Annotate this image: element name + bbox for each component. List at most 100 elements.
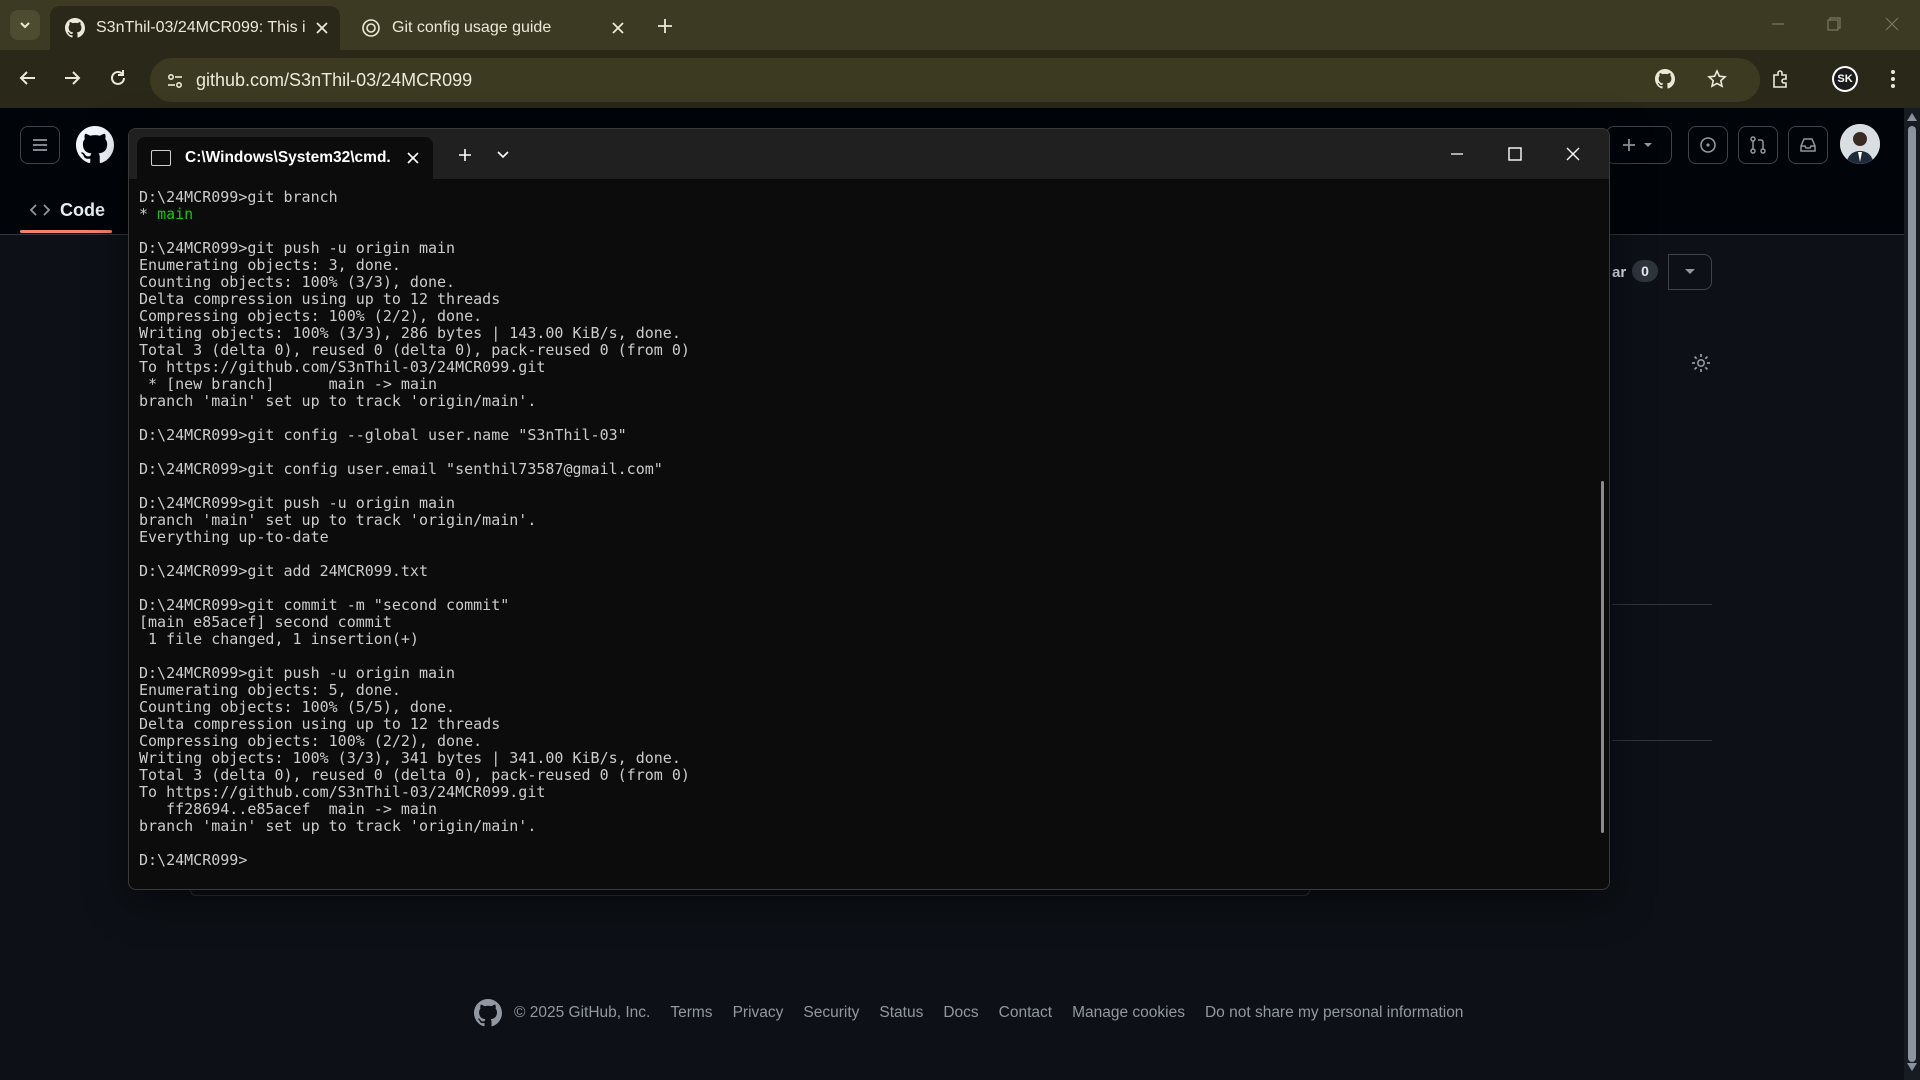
close-icon — [1885, 17, 1899, 31]
inbox-button[interactable] — [1788, 126, 1828, 164]
terminal-maximize-button[interactable] — [1487, 129, 1543, 179]
terminal-line: D:\24MCR099>git config user.email "senth… — [139, 460, 663, 478]
terminal-scrollbar-thumb[interactable] — [1601, 481, 1604, 833]
new-tab-button[interactable] — [652, 13, 678, 39]
new-terminal-tab-button[interactable] — [453, 143, 477, 167]
close-window-button[interactable] — [1872, 8, 1912, 40]
star-label: ar — [1612, 263, 1627, 281]
hamburger-menu-button[interactable] — [20, 126, 60, 164]
scroll-down-arrow-icon[interactable] — [1906, 1062, 1918, 1072]
site-info-icon[interactable] — [160, 66, 190, 96]
terminal-line: D:\24MCR099>git push -u origin main — [139, 494, 456, 512]
close-tab-icon[interactable] — [608, 18, 628, 38]
active-tab-indicator — [20, 230, 112, 233]
terminal-line: Enumerating objects: 3, done. — [139, 256, 401, 274]
close-tab-icon[interactable] — [312, 18, 332, 38]
issues-button[interactable] — [1688, 126, 1728, 164]
page-scroll-thumb[interactable] — [1908, 126, 1916, 1062]
star-dropdown-button[interactable] — [1668, 254, 1712, 290]
terminal-line: D:\24MCR099> — [139, 851, 248, 869]
terminal-line: D:\24MCR099>git add 24MCR099.txt — [139, 562, 428, 580]
tab-title: S3nThil-03/24MCR099: This is my — [96, 19, 306, 36]
extensions-puzzle-icon[interactable] — [1764, 62, 1798, 96]
footer-link-privacy[interactable]: Privacy — [733, 1004, 784, 1022]
repo-settings-gear-icon[interactable] — [1690, 352, 1712, 374]
plus-icon — [459, 149, 471, 161]
chevron-down-icon — [497, 151, 509, 159]
terminal-line: 1 file changed, 1 insertion(+) — [139, 630, 419, 648]
minimize-window-button[interactable] — [1758, 8, 1798, 40]
maximize-icon — [1508, 147, 1522, 161]
terminal-line: Writing objects: 100% (3/3), 341 bytes |… — [139, 749, 681, 767]
issue-icon — [1700, 137, 1716, 153]
terminal-output[interactable]: D:\24MCR099>git branch * main D:\24MCR099>… — [139, 189, 1579, 869]
sidebar-divider — [1612, 740, 1712, 741]
minimize-icon — [1772, 23, 1784, 25]
openai-icon — [360, 17, 382, 39]
close-icon — [1566, 147, 1580, 161]
terminal-dropdown-button[interactable] — [491, 143, 515, 167]
terminal-minimize-button[interactable] — [1429, 129, 1485, 179]
terminal-close-button[interactable] — [1545, 129, 1601, 179]
restore-window-button[interactable] — [1814, 8, 1854, 40]
pull-request-icon — [1750, 136, 1766, 154]
footer-link-manage-cookies[interactable]: Manage cookies — [1072, 1004, 1185, 1022]
browser-menu-icon[interactable] — [1876, 62, 1910, 96]
terminal-window[interactable]: C:\Windows\System32\cmd.e D:\24MCR099>gi… — [128, 128, 1610, 890]
browser-tab-chatgpt[interactable]: Git config usage guide — [346, 6, 636, 50]
terminal-tab[interactable]: C:\Windows\System32\cmd.e — [137, 137, 433, 179]
terminal-line: ff28694..e85acef main -> main — [139, 800, 438, 818]
reload-button[interactable] — [102, 62, 134, 94]
github-logo-icon[interactable] — [76, 126, 114, 164]
scroll-up-arrow-icon[interactable] — [1906, 112, 1918, 122]
github-icon — [64, 17, 86, 39]
terminal-line: branch 'main' set up to track 'origin/ma… — [139, 511, 537, 529]
terminal-line: D:\24MCR099>git push -u origin main — [139, 239, 456, 257]
footer-link-status[interactable]: Status — [879, 1004, 923, 1022]
browser-tab-github[interactable]: S3nThil-03/24MCR099: This is my — [50, 6, 340, 50]
terminal-line: branch 'main' set up to track 'origin/ma… — [139, 817, 537, 835]
restore-icon — [1827, 17, 1841, 31]
tab-search-button[interactable] — [10, 10, 40, 40]
terminal-line: Writing objects: 100% (3/3), 286 bytes |… — [139, 324, 681, 342]
user-avatar[interactable] — [1840, 124, 1880, 164]
footer-link-security[interactable]: Security — [803, 1004, 859, 1022]
forward-button[interactable] — [56, 62, 88, 94]
minimize-icon — [1451, 153, 1463, 155]
caret-down-icon — [1685, 269, 1695, 274]
url-text[interactable]: github.com/S3nThil-03/24MCR099 — [196, 67, 472, 93]
star-count-badge: 0 — [1632, 260, 1658, 282]
terminal-line: Compressing objects: 100% (2/2), done. — [139, 307, 483, 325]
arrow-left-icon — [19, 71, 35, 85]
bookmark-star-icon[interactable] — [1700, 62, 1734, 96]
profile-avatar[interactable]: SK — [1828, 62, 1862, 96]
footer-link-do-not-share[interactable]: Do not share my personal information — [1205, 1004, 1463, 1022]
terminal-line: [main e85acef] second commit — [139, 613, 392, 631]
github-footer: © 2025 GitHub, Inc. Terms Privacy Securi… — [474, 998, 1463, 1028]
sidebar-divider — [1612, 604, 1712, 605]
menu-icon — [33, 139, 47, 151]
inbox-icon — [1800, 138, 1816, 152]
github-mark-icon[interactable] — [474, 999, 502, 1027]
footer-link-docs[interactable]: Docs — [943, 1004, 978, 1022]
back-button[interactable] — [12, 62, 44, 94]
terminal-line: D:\24MCR099>git commit -m "second commit… — [139, 596, 510, 614]
terminal-line: Enumerating objects: 5, done. — [139, 681, 401, 699]
terminal-tab-title: C:\Windows\System32\cmd.e — [185, 149, 391, 166]
footer-link-terms[interactable]: Terms — [670, 1004, 712, 1022]
terminal-line: Compressing objects: 100% (2/2), done. — [139, 732, 483, 750]
pull-requests-button[interactable] — [1738, 126, 1778, 164]
create-new-button[interactable] — [1606, 126, 1672, 164]
tab-code[interactable]: Code — [30, 192, 105, 228]
code-icon — [30, 204, 50, 216]
close-terminal-tab-icon[interactable] — [405, 150, 421, 166]
plus-dropdown-icon — [1623, 139, 1652, 151]
terminal-line: Counting objects: 100% (5/5), done. — [139, 698, 456, 716]
footer-link-contact[interactable]: Contact — [999, 1004, 1052, 1022]
github-extension-icon[interactable] — [1648, 62, 1682, 96]
reload-icon — [111, 70, 125, 85]
